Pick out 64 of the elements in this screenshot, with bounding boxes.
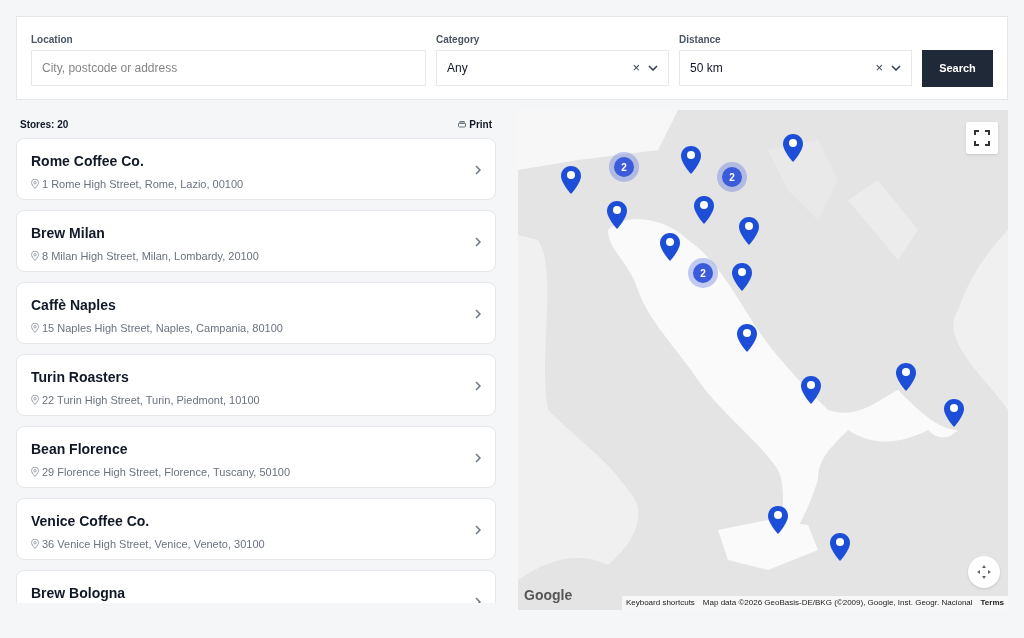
store-name: Brew Bologna xyxy=(31,584,126,603)
clear-icon[interactable]: × xyxy=(875,58,883,78)
location-pin-icon xyxy=(31,467,39,478)
map-pin-icon[interactable] xyxy=(679,145,703,175)
fullscreen-button[interactable] xyxy=(966,122,998,154)
store-card[interactable]: Bean Florence 29 Florence High Street, Florence, Tuscany, 50100 xyxy=(16,426,496,488)
store-name: Caffè Naples xyxy=(31,296,117,315)
map-pin-icon[interactable] xyxy=(766,505,790,535)
store-card[interactable]: Brew Bologna xyxy=(16,570,496,603)
printer-icon xyxy=(458,120,467,128)
map-pin-icon[interactable] xyxy=(781,133,805,163)
map-pin-icon[interactable] xyxy=(658,232,682,262)
location-pin-icon xyxy=(31,179,39,190)
location-pin-icon xyxy=(31,251,39,262)
search-button[interactable]: Search xyxy=(922,50,993,87)
map-link[interactable]: Terms xyxy=(980,597,1004,609)
location-pin-icon xyxy=(31,539,39,550)
map-pin-icon[interactable] xyxy=(942,398,966,428)
store-card[interactable]: Turin Roasters 22 Turin High Street, Turin, Piedmont, 10100 xyxy=(16,354,496,416)
location-field[interactable]: City, postcode or address xyxy=(31,50,426,86)
store-address: 8 Milan High Street, Milan, Lombardy, 20100 xyxy=(42,249,259,264)
store-address: 15 Naples High Street, Naples, Campania, 80100 xyxy=(42,321,283,336)
store-name: Bean Florence xyxy=(31,440,129,459)
chevron-down-icon xyxy=(891,65,901,71)
store-name: Rome Coffee Co. xyxy=(31,152,145,171)
map-pin-icon[interactable] xyxy=(828,532,852,562)
fullscreen-icon xyxy=(974,130,990,146)
store-count: Stores: 20 xyxy=(20,117,69,132)
cluster-marker[interactable]: 2 xyxy=(688,258,718,288)
print-link[interactable]: Print xyxy=(458,116,492,132)
map-data-text: Map data ©2026 GeoBasis-DE/BKG (©2009), Google, Inst. Geogr. Nacional xyxy=(702,597,973,609)
map-logo: Google xyxy=(524,586,573,605)
map-pin-icon[interactable] xyxy=(735,323,759,353)
select-field[interactable]: 50 km × xyxy=(679,50,912,86)
map-pin-icon[interactable] xyxy=(737,216,761,246)
map-link[interactable]: Keyboard shortcuts xyxy=(625,597,695,609)
store-card[interactable]: Brew Milan 8 Milan High Street, Milan, Lombardy, 20100 xyxy=(16,210,496,272)
chevron-down-icon xyxy=(648,65,658,71)
store-address: 36 Venice High Street, Venice, Veneto, 30100 xyxy=(42,537,265,552)
field-label: Distance xyxy=(679,33,722,45)
location-pin-icon xyxy=(31,323,39,334)
map-pin-icon[interactable] xyxy=(559,165,583,195)
map-pin-icon[interactable] xyxy=(799,375,823,405)
location-pin-icon xyxy=(31,395,39,406)
store-name: Turin Roasters xyxy=(31,368,130,387)
store-address: 1 Rome High Street, Rome, Lazio, 00100 xyxy=(42,177,244,192)
map-pin-icon[interactable] xyxy=(730,262,754,292)
crosshair-icon xyxy=(976,564,992,580)
cluster-marker[interactable]: 2 xyxy=(609,152,639,182)
store-card[interactable]: Caffè Naples 15 Naples High Street, Naples, Campania, 80100 xyxy=(16,282,496,344)
store-card[interactable]: Rome Coffee Co. 1 Rome High Street, Rome, Lazio, 00100 xyxy=(16,138,496,200)
store-address: 29 Florence High Street, Florence, Tuscany, 50100 xyxy=(42,465,291,480)
map-pin-icon[interactable] xyxy=(692,195,716,225)
select-field[interactable]: Any × xyxy=(436,50,669,86)
map-pin-icon[interactable] xyxy=(894,362,918,392)
store-name: Venice Coffee Co. xyxy=(31,512,151,531)
cluster-marker[interactable]: 2 xyxy=(717,162,747,192)
store-address: 22 Turin High Street, Turin, Piedmont, 10100 xyxy=(42,393,260,408)
map-pin-icon[interactable] xyxy=(605,200,629,230)
field-label: Category xyxy=(436,33,481,45)
store-name: Brew Milan xyxy=(31,224,106,243)
store-card[interactable]: Venice Coffee Co. 36 Venice High Street, Venice, Veneto, 30100 xyxy=(16,498,496,560)
field-label: Location xyxy=(31,33,74,45)
clear-icon[interactable]: × xyxy=(632,58,640,78)
